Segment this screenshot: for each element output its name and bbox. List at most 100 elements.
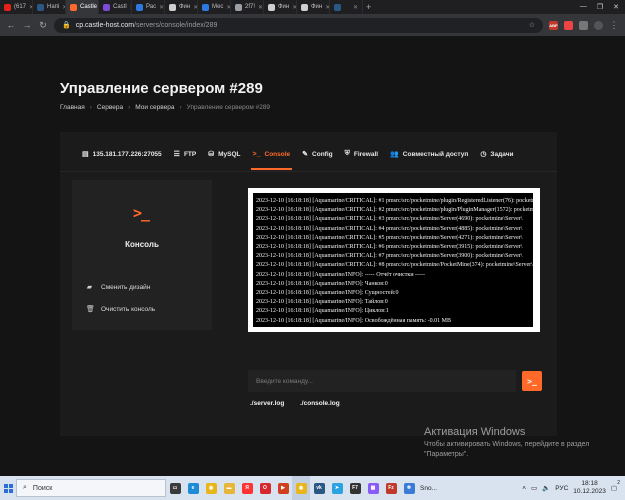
tab-совместный-доступ[interactable]: 👥 Совместный доступ — [384, 140, 474, 168]
breadcrumb-home[interactable]: Главная — [60, 104, 85, 111]
taskbar-app[interactable]: ◉ — [292, 476, 310, 500]
taskbar-apps: ▭ e ◉ ▬ Я O ▶ ◉ vk ➤ F7 ▦ Fz ❄ — [166, 476, 418, 500]
taskbar-app[interactable]: ▬ — [220, 476, 238, 500]
console-line: 2023-12-10 [16:18:18] [Aquamarine/CRITIC… — [256, 253, 523, 260]
tab-close-icon[interactable]: ✕ — [353, 4, 358, 11]
taskbar-app[interactable]: ▭ — [166, 476, 184, 500]
browser-tab[interactable]: Фин ✕ — [165, 0, 198, 14]
search-placeholder: Поиск — [32, 484, 53, 492]
lock-icon: 🔒 — [62, 22, 71, 29]
trash-icon: 🗑 — [86, 306, 95, 313]
browser-tab[interactable]: Мес ✕ — [198, 0, 231, 14]
breadcrumb-servers[interactable]: Сервера — [97, 104, 123, 111]
new-tab-button[interactable]: + — [366, 2, 371, 12]
notification-icon[interactable]: ▢ 2 — [611, 480, 620, 492]
forward-icon[interactable]: → — [22, 20, 32, 30]
close-icon[interactable]: ✕ — [613, 3, 619, 11]
breadcrumb-my-servers[interactable]: Мои сервера — [135, 104, 174, 111]
taskbar-app[interactable]: O — [256, 476, 274, 500]
scroll-up-icon[interactable]: ▲ — [533, 194, 540, 199]
breadcrumb-separator-icon: › — [179, 104, 182, 111]
page: Управление сервером #289 Главная › Серве… — [0, 36, 625, 476]
tab-mysql[interactable]: ⛁ MySQL — [202, 140, 246, 168]
tab-label: Фин — [311, 4, 323, 10]
taskbar-app[interactable]: ◉ — [202, 476, 220, 500]
console-output[interactable]: 2023-12-10 [16:18:18] [Aquamarine/CRITIC… — [248, 188, 540, 332]
tab-console[interactable]: >_ Console — [247, 140, 297, 170]
command-input[interactable] — [248, 370, 516, 392]
edge-icon: e — [187, 482, 199, 494]
task-view-icon: ▭ — [169, 482, 181, 494]
tab-close-icon[interactable]: ✕ — [159, 4, 164, 11]
server-log-link[interactable]: ./server.log — [250, 400, 284, 407]
console-line: 2023-12-10 [16:18:18] [Aquamarine/INFO]:… — [256, 299, 388, 306]
console-line: 2023-12-10 [16:18:18] [Aquamarine/CRITIC… — [256, 225, 523, 232]
tab-label: (617 — [14, 4, 27, 10]
taskbar-app[interactable]: ❄ — [400, 476, 418, 500]
tabs-divider — [60, 171, 557, 172]
console-panel: >_ Консоль ▰ Сменить дизайн 🗑 Очистить к… — [72, 180, 212, 330]
tab-firewall[interactable]: ⛨ Firewall — [339, 140, 384, 168]
browser-tab[interactable]: Castl✕ — [99, 0, 132, 14]
console-log-link[interactable]: ./console.log — [300, 400, 340, 407]
taskbar-app[interactable]: ▦ — [364, 476, 382, 500]
breadcrumb: Главная › Сервера › Мои сервера › Управл… — [60, 104, 270, 111]
send-command-button[interactable]: >_ — [522, 371, 542, 391]
telegram-icon: ➤ — [331, 482, 343, 494]
tab-config[interactable]: ✎ Config — [296, 140, 338, 168]
taskbar-search[interactable]: ⌕ Поиск — [16, 479, 166, 497]
tab-label: Firewall — [353, 150, 379, 158]
chevron-up-icon[interactable]: ˄ — [522, 485, 526, 492]
clock-icon: ◷ — [480, 151, 487, 158]
maximize-icon[interactable]: ❐ — [597, 3, 603, 11]
start-button[interactable] — [0, 476, 16, 500]
menu-icon[interactable]: ⋮ — [609, 20, 619, 31]
console-line: 2023-12-10 [16:18:18] [Aquamarine/CRITIC… — [256, 198, 536, 204]
clock[interactable]: 18:18 10.12.2023 — [573, 480, 606, 496]
taskbar-app[interactable]: vk — [310, 476, 328, 500]
browser-tab[interactable]: ✕ — [330, 0, 363, 14]
minimize-icon[interactable]: — — [580, 3, 587, 11]
console-scrollbar[interactable]: ▲ ▼ — [533, 193, 540, 327]
tab-135-181-177-226-27055[interactable]: ▤ 135.181.177.226:27055 — [76, 140, 168, 168]
extensions-icon[interactable] — [579, 20, 588, 30]
tab-label: Castl — [113, 4, 127, 10]
snow-label[interactable]: Sno... — [420, 485, 437, 492]
clear-console-button[interactable]: 🗑 Очистить консоль — [86, 305, 155, 314]
scrollbar-thumb[interactable] — [534, 305, 539, 317]
tab-задачи[interactable]: ◷ Задачи — [474, 140, 519, 168]
language-indicator[interactable]: РУС — [555, 485, 568, 492]
taskbar-app[interactable]: e — [184, 476, 202, 500]
browser-tab[interactable]: (617✕ — [0, 0, 33, 14]
change-design-button[interactable]: ▰ Сменить дизайн — [86, 283, 151, 292]
console-line: 2023-12-10 [16:18:18] [Aquamarine/INFO]:… — [256, 317, 451, 324]
taskbar-app[interactable]: Я — [238, 476, 256, 500]
back-icon[interactable]: ← — [6, 20, 16, 30]
browser-tab[interactable]: Напі✕ — [33, 0, 66, 14]
tab-favicon-icon — [301, 3, 308, 11]
taskbar-app[interactable]: ▶ — [274, 476, 292, 500]
volume-icon[interactable]: 🔈 — [542, 484, 550, 492]
server-icon: ▤ — [82, 151, 89, 158]
browser-tab[interactable]: Castle✕ — [66, 0, 99, 14]
tab-ftp[interactable]: ☰ FTP — [168, 140, 203, 168]
url-bar[interactable]: 🔒 cp.castle-host.com/servers/console/ind… — [54, 17, 543, 33]
browser-tab[interactable]: Рас ✕ — [132, 0, 165, 14]
network-icon[interactable]: ▭ — [531, 484, 537, 492]
extension-icon[interactable] — [564, 20, 573, 30]
tab-close-icon[interactable]: ✕ — [258, 4, 263, 11]
profile-icon[interactable] — [594, 20, 603, 30]
reload-icon[interactable]: ↻ — [38, 20, 48, 31]
tab-favicon-icon — [103, 3, 110, 11]
taskbar-app[interactable]: F7 — [346, 476, 364, 500]
taskbar-app[interactable]: ➤ — [328, 476, 346, 500]
star-icon[interactable]: ☆ — [529, 21, 535, 29]
browser-tab[interactable]: 2f7! ✕ — [231, 0, 264, 14]
scroll-down-icon[interactable]: ▼ — [533, 321, 540, 326]
taskbar-app[interactable]: Fz — [382, 476, 400, 500]
adblock-icon[interactable]: ABP — [549, 20, 558, 30]
tab-favicon-icon — [136, 3, 143, 11]
wrench-icon: ✎ — [302, 151, 309, 158]
browser-tab[interactable]: Фин ✕ — [297, 0, 330, 14]
browser-tab[interactable]: Фин ✕ — [264, 0, 297, 14]
